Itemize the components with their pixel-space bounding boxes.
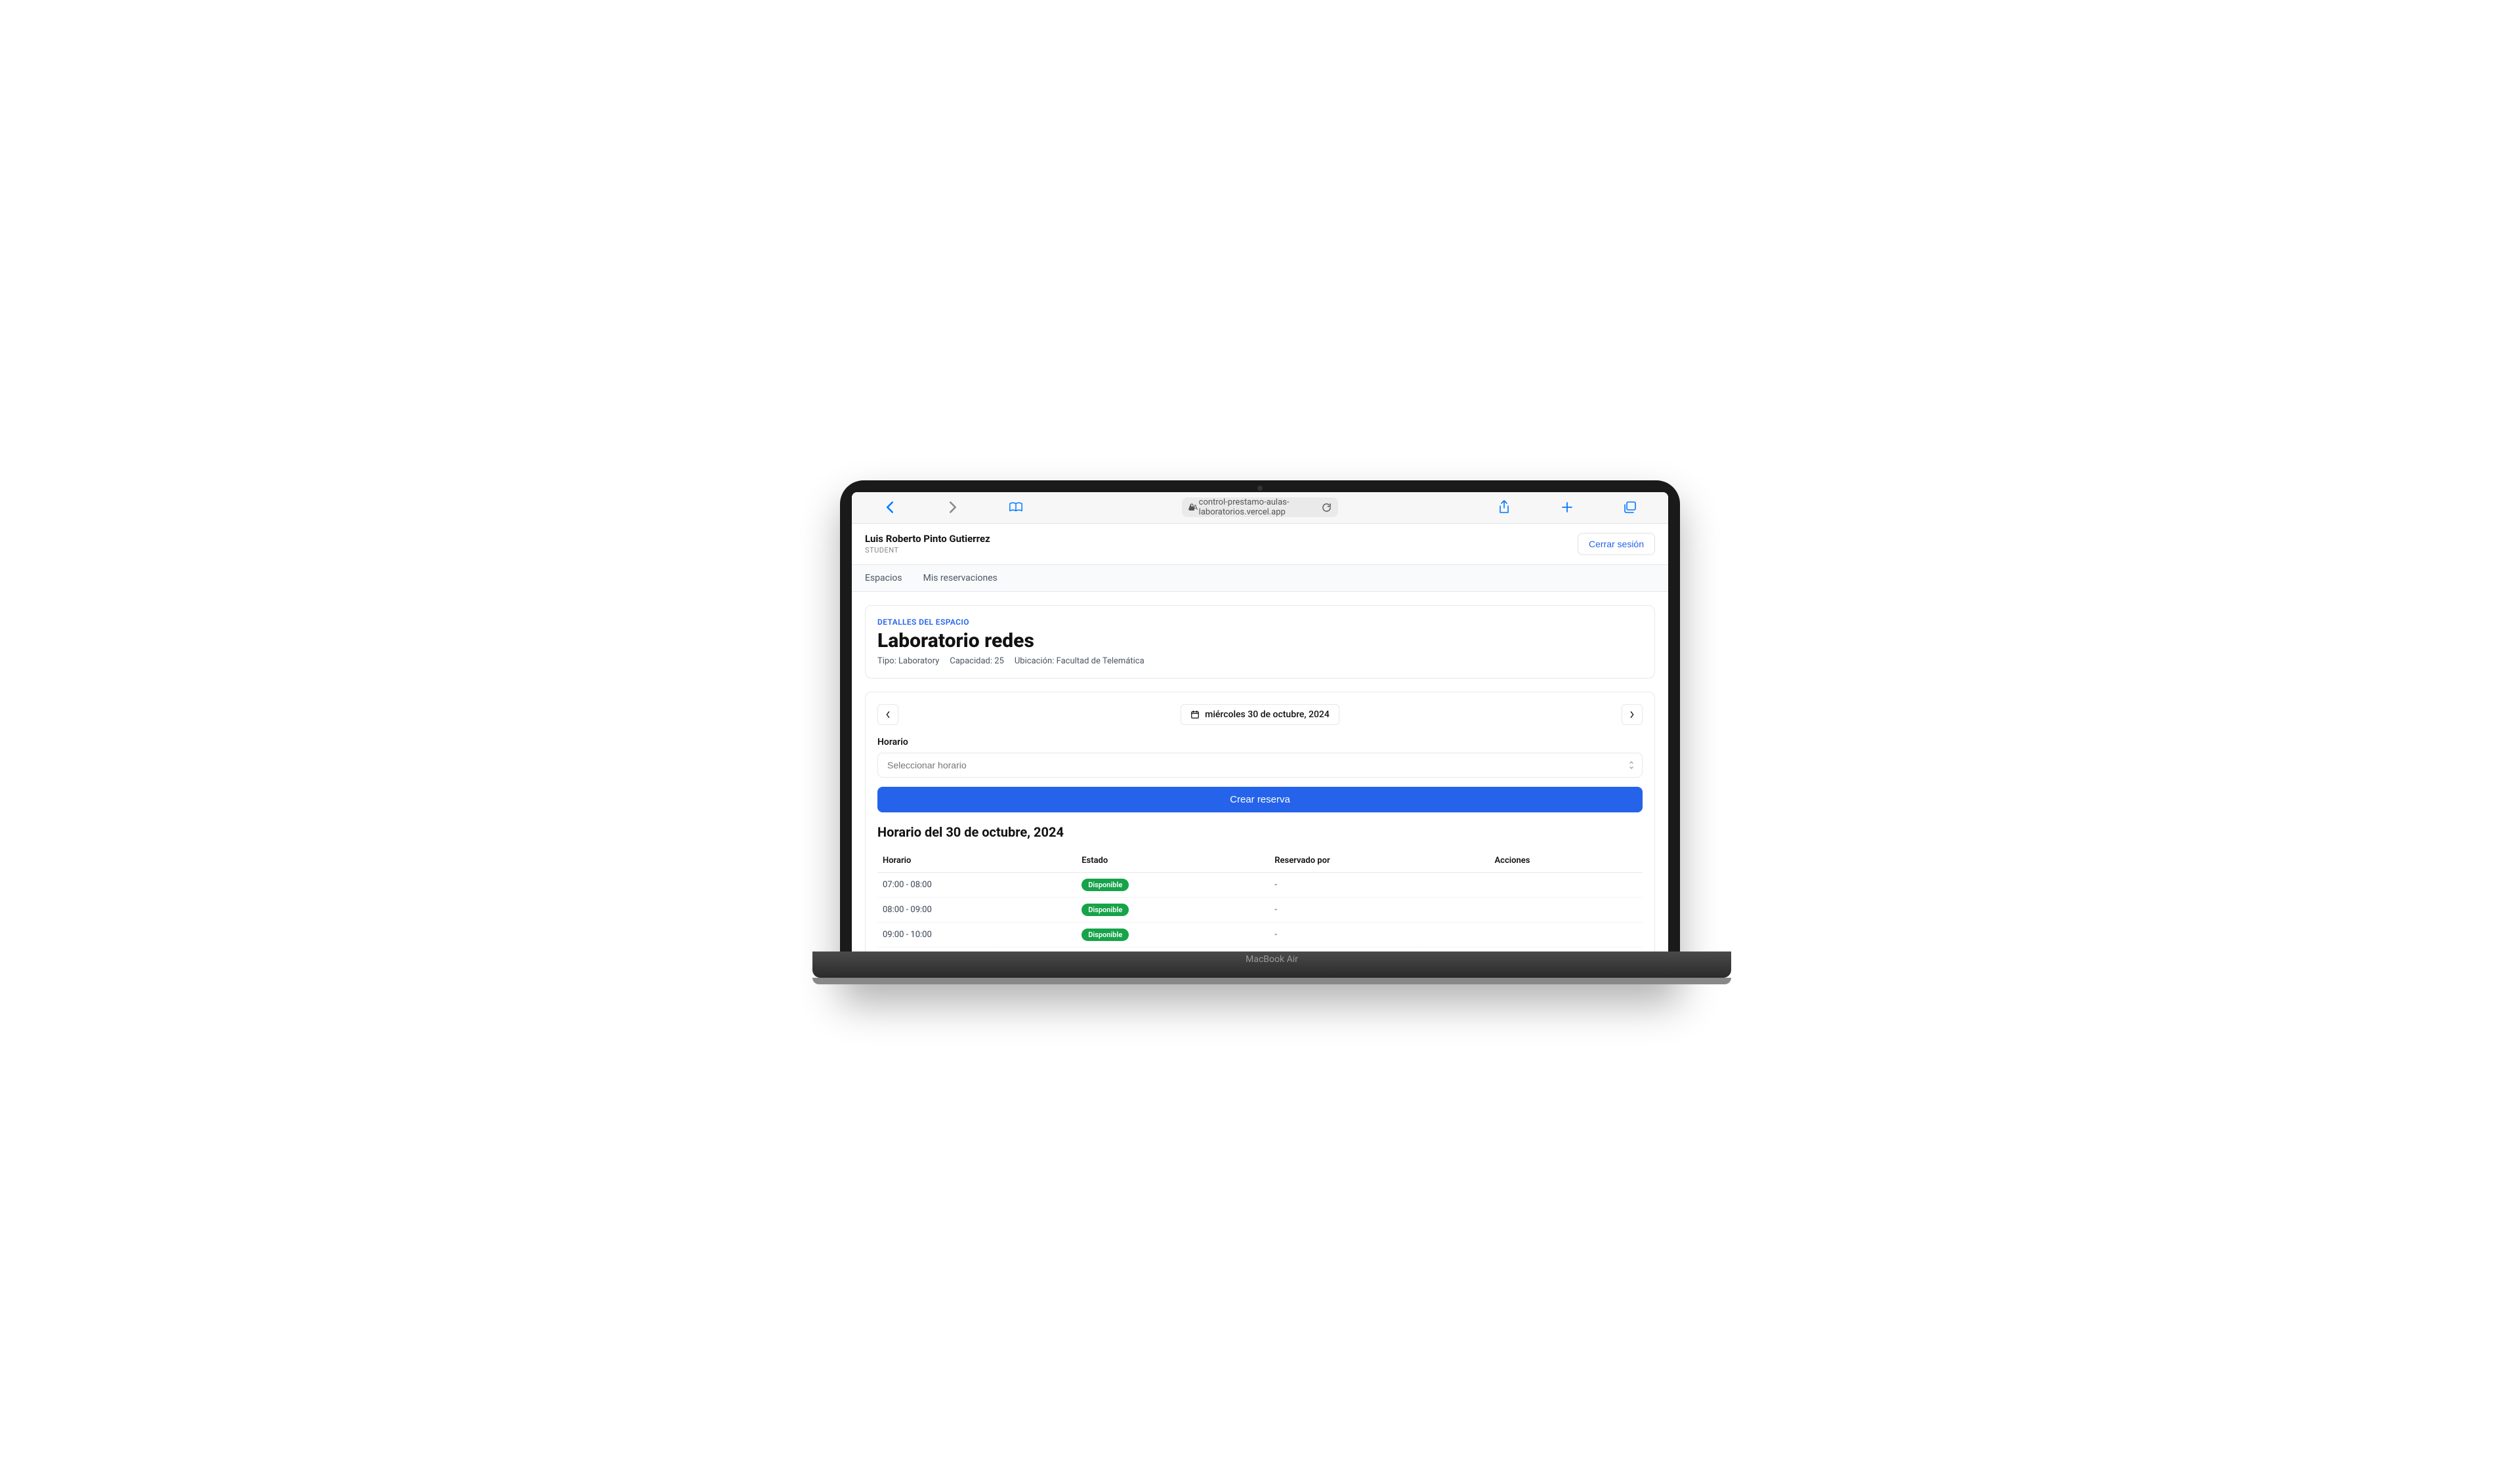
nav-tabs: Espacios Mis reservaciones [852,564,1668,592]
safari-toolbar: AA control-prestamo-aulas-laboratorios.v… [852,492,1668,524]
schedule-select[interactable] [877,753,1643,778]
status-badge: Disponible [1082,929,1129,941]
bookmarks-button[interactable] [1004,495,1028,519]
laptop-bottom-edge [812,978,1731,984]
reserved-cell: - [1269,922,1489,947]
content: DETALLES DEL ESPACIO Laboratorio redes T… [852,592,1668,952]
tab-espacios[interactable]: Espacios [865,565,902,591]
actions-cell [1489,897,1643,922]
type-meta: Tipo: Laboratory [877,656,939,666]
reserved-cell: - [1269,897,1489,922]
plus-icon [1561,501,1573,513]
share-icon [1498,500,1510,514]
calendar-icon [1190,710,1200,719]
next-day-button[interactable] [1622,704,1643,725]
address-bar[interactable]: AA control-prestamo-aulas-laboratorios.v… [1182,497,1339,517]
app-header: Luis Roberto Pinto Gutierrez STUDENT Cer… [852,524,1668,564]
logout-button[interactable]: Cerrar sesión [1578,533,1655,555]
col-reserved: Reservado por [1269,849,1489,873]
laptop-model-label: MacBook Air [1246,952,1298,965]
reserved-cell: - [1269,872,1489,897]
chevron-left-icon [885,711,891,719]
date-picker-button[interactable]: miércoles 30 de octubre, 2024 [1181,704,1339,725]
location-meta: Ubicación: Facultad de Telemática [1015,656,1144,666]
url-text: control-prestamo-aulas-laboratorios.verc… [1199,497,1332,517]
details-eyebrow: DETALLES DEL ESPACIO [877,617,1643,627]
actions-cell [1489,922,1643,947]
time-cell: 09:00 - 10:00 [877,922,1076,947]
book-icon [1009,501,1023,513]
space-title: Laboratorio redes [877,629,1643,652]
user-info: Luis Roberto Pinto Gutierrez STUDENT [865,533,990,554]
back-button[interactable] [878,495,902,519]
chevron-left-icon [885,501,894,514]
laptop-camera [1257,486,1263,491]
time-cell: 10:00 - 11:00 [877,947,1076,952]
actions-cell [1489,872,1643,897]
schedule-table: Horario Estado Reservado por Acciones 07… [877,849,1643,952]
booking-card: miércoles 30 de octubre, 2024 Horario [865,692,1655,952]
reserved-cell: - [1269,947,1489,952]
table-row: 08:00 - 09:00 Disponible - [877,897,1643,922]
current-date: miércoles 30 de octubre, 2024 [1205,709,1330,720]
create-reservation-button[interactable]: Crear reserva [877,787,1643,812]
share-button[interactable] [1492,495,1516,519]
status-cell: Disponible [1076,922,1269,947]
tabs-button[interactable] [1618,495,1642,519]
new-tab-button[interactable] [1555,495,1579,519]
user-name: Luis Roberto Pinto Gutierrez [865,533,990,545]
date-navigation: miércoles 30 de octubre, 2024 [877,704,1643,725]
forward-button[interactable] [941,495,965,519]
table-row: 09:00 - 10:00 Disponible - [877,922,1643,947]
status-cell: Disponible [1076,947,1269,952]
capacity-meta: Capacidad: 25 [950,656,1004,666]
reader-icon[interactable]: AA [1188,503,1198,512]
reload-button[interactable] [1322,503,1332,512]
space-details-card: DETALLES DEL ESPACIO Laboratorio redes T… [865,605,1655,679]
prev-day-button[interactable] [877,704,898,725]
col-status: Estado [1076,849,1269,873]
status-cell: Disponible [1076,897,1269,922]
chevron-right-icon [948,501,957,514]
tabs-icon [1624,501,1637,513]
schedule-select-wrap [877,753,1643,778]
reload-icon [1322,503,1332,512]
laptop-frame: AA control-prestamo-aulas-laboratorios.v… [840,480,1680,984]
tab-mis-reservaciones[interactable]: Mis reservaciones [923,565,998,591]
schedule-label: Horario [877,737,1643,747]
space-meta: Tipo: Laboratory Capacidad: 25 Ubicación… [877,656,1643,666]
time-cell: 08:00 - 09:00 [877,897,1076,922]
schedule-table-title: Horario del 30 de octubre, 2024 [877,824,1643,840]
chevron-right-icon [1629,711,1635,719]
col-schedule: Horario [877,849,1076,873]
laptop-base: MacBook Air [812,952,1731,978]
time-cell: 07:00 - 08:00 [877,872,1076,897]
app-container: Luis Roberto Pinto Gutierrez STUDENT Cer… [852,524,1668,952]
actions-cell [1489,947,1643,952]
status-cell: Disponible [1076,872,1269,897]
status-badge: Disponible [1082,904,1129,916]
user-role: STUDENT [865,546,990,554]
table-row: 07:00 - 08:00 Disponible - [877,872,1643,897]
screen: AA control-prestamo-aulas-laboratorios.v… [852,492,1668,952]
col-actions: Acciones [1489,849,1643,873]
status-badge: Disponible [1082,879,1129,891]
